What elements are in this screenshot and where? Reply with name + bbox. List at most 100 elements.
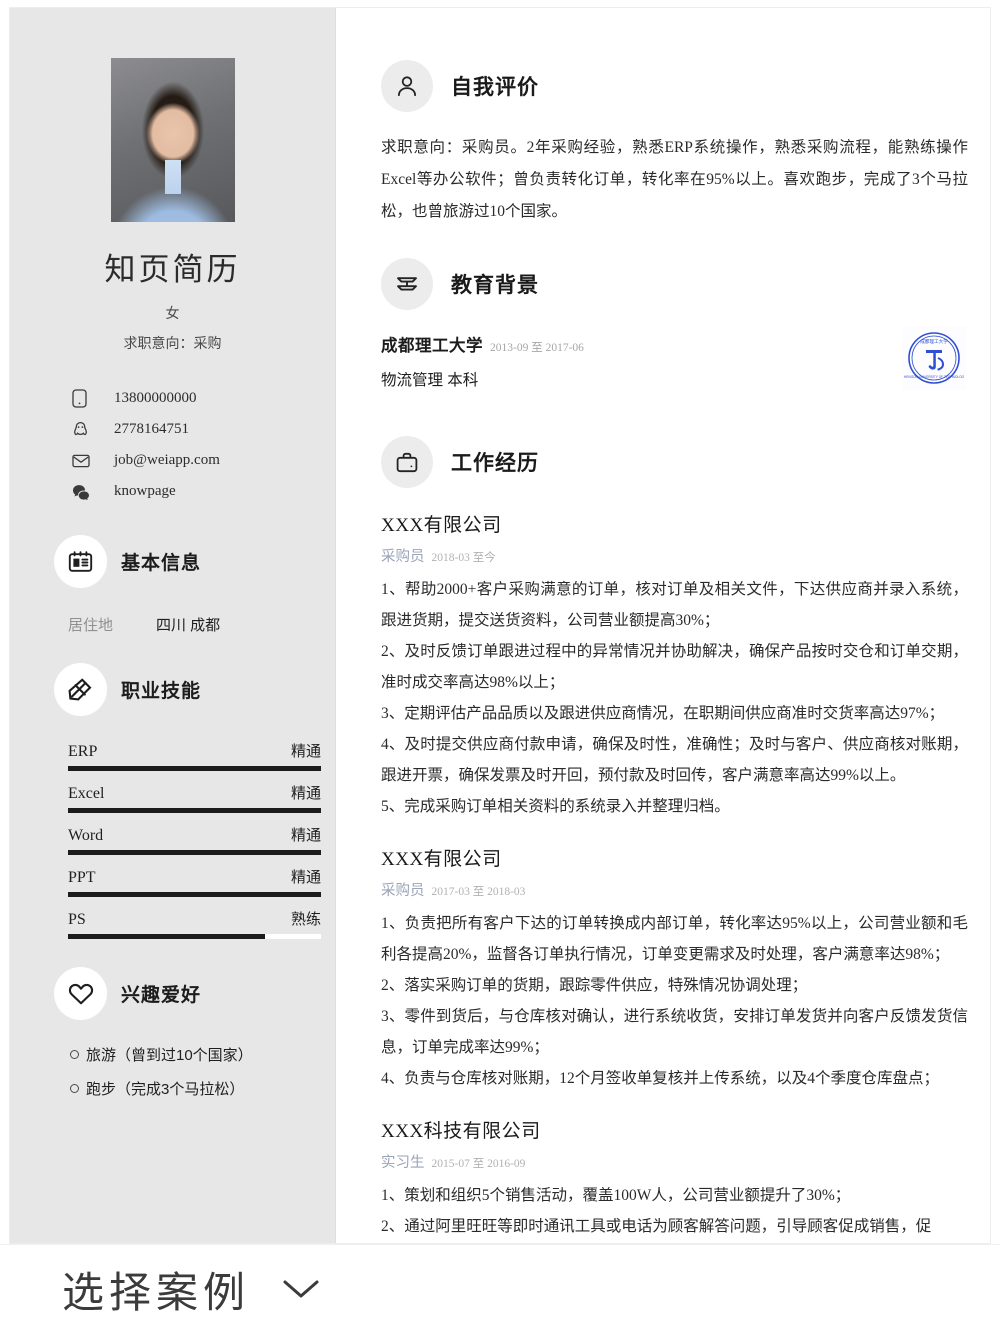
skill-level: 熟练 [290, 911, 321, 928]
work-bullet: 4、负责与仓库核对账期，12个月签收单复核并上传系统，以及4个季度仓库盘点； [381, 1070, 940, 1087]
contact-value-phone: 13800000000 [114, 390, 197, 406]
work-date-range: 2017-03 至 2018-03 [431, 886, 526, 898]
section-header-basic-info: 基本信息 [54, 535, 335, 588]
work-company-name: XXX有限公司 [381, 849, 502, 870]
resume-preview-page: 知页简历 女 求职意向：采购 13800000000 2778164751 jo… [0, 0, 1000, 1333]
contact-item-wechat: knowpage [72, 476, 335, 507]
sidebar-section-hobbies: 兴趣爱好 旅游（曾到过10个国家） 跑步（完成3个马拉松） [10, 967, 335, 1099]
hobby-list: 旅游（曾到过10个国家） 跑步（完成3个马拉松） [70, 1044, 335, 1099]
book-icon [381, 258, 433, 310]
skill-progress-fill [68, 934, 266, 939]
section-title-education: 教育背景 [451, 274, 539, 297]
education-major-degree: 物流管理 本科 [381, 372, 479, 389]
work-bullet: 1、帮助2000+客户采购满意的订单，核对订单及相关文件，下达供应商并录入系统，… [381, 581, 968, 629]
work-company-name: XXX科技有限公司 [381, 1121, 541, 1142]
heart-icon [54, 967, 107, 1020]
section-header-education: 教育背景 [381, 258, 968, 310]
skill-name: ERP [68, 743, 98, 760]
contact-list: 13800000000 2778164751 job@weiapp.com kn… [72, 383, 335, 507]
contact-item-phone: 13800000000 [72, 383, 335, 414]
work-bullet: 2、落实采购订单的货期，跟踪零件供应，特殊情况协调处理； [381, 977, 808, 994]
skill-item: PPT 精通 [68, 866, 321, 897]
photo-container [10, 8, 335, 222]
skill-item: Excel 精通 [68, 782, 321, 813]
resume-card: 知页简历 女 求职意向：采购 13800000000 2778164751 jo… [10, 8, 990, 1243]
university-seal-icon: 成都理工大学 CHENGDU UNIVERSITY OF TECHNOLOGY [902, 326, 966, 390]
basic-info-value: 四川 成都 [156, 617, 221, 634]
skill-progress-track [68, 934, 321, 939]
skill-progress-fill [68, 892, 321, 897]
section-header-self-evaluation: 自我评价 [381, 60, 968, 112]
hobby-item: 跑步（完成3个马拉松） [70, 1078, 335, 1099]
profile-photo [110, 58, 235, 222]
resume-main-column: 自我评价 求职意向：采购员。2年采购经验，熟悉ERP系统操作，熟悉采购流程，能熟… [336, 8, 990, 1243]
skill-name: PPT [68, 869, 96, 886]
wechat-icon [72, 484, 94, 500]
candidate-name: 知页简历 [104, 252, 241, 287]
skill-list: ERP 精通 Excel 精通 Word 精通 PPT 精通 PS 熟练 [68, 740, 321, 939]
skill-progress-track [68, 850, 321, 855]
select-case-bar[interactable]: 选择案例 [0, 1244, 1000, 1333]
skill-item: Word 精通 [68, 824, 321, 855]
work-bullet-list: 1、帮助2000+客户采购满意的订单，核对订单及相关文件，下达供应商并录入系统，… [381, 574, 968, 822]
work-bullet: 4、及时提交供应商付款申请，确保及时性，准确性；及时与客户、供应商核对账期，跟进… [381, 736, 968, 784]
skill-progress-track [68, 766, 321, 771]
contact-item-email: job@weiapp.com [72, 445, 335, 476]
briefcase-icon [381, 436, 433, 488]
section-title-skills: 职业技能 [121, 681, 202, 702]
skill-level: 精通 [290, 743, 321, 760]
work-entry: XXX有限公司 采购员 2018-03 至今 1、帮助2000+客户采购满意的订单… [381, 510, 968, 822]
skill-progress-track [68, 808, 321, 813]
work-role: 实习生 [381, 1155, 425, 1171]
section-header-hobbies: 兴趣爱好 [54, 967, 335, 1020]
work-bullet-list: 1、负责把所有客户下达的订单转换成内部订单，转化率达95%以上，公司营业额和毛利… [381, 908, 968, 1094]
work-bullet: 1、策划和组织5个销售活动，覆盖100W人，公司营业额提升了30%； [381, 1187, 851, 1204]
basic-info-label: 居住地 [68, 617, 114, 634]
work-meta: 实习生 2015-07 至 2016-09 [381, 1151, 968, 1172]
sidebar-section-skills: 职业技能 ERP 精通 Excel 精通 Word 精通 PPT 精通 PS 熟… [10, 663, 335, 939]
sidebar-section-basic-info: 基本信息 居住地 四川 成都 [10, 535, 335, 635]
hobby-item: 旅游（曾到过10个国家） [70, 1044, 335, 1065]
person-icon [381, 60, 433, 112]
pencil-ruler-icon [54, 663, 107, 716]
work-date-range: 2018-03 至今 [431, 552, 496, 564]
work-bullet: 1、负责把所有客户下达的订单转换成内部订单，转化率达95%以上，公司营业额和毛利… [381, 915, 968, 963]
bullet-circle-icon [70, 1050, 79, 1059]
section-header-work-experience: 工作经历 [381, 436, 968, 488]
work-role: 采购员 [381, 549, 425, 565]
skill-name: PS [68, 911, 86, 928]
section-title-hobbies: 兴趣爱好 [121, 985, 202, 1006]
section-title-self-evaluation: 自我评价 [451, 76, 539, 99]
phone-icon [72, 389, 94, 408]
work-meta: 采购员 2017-03 至 2018-03 [381, 879, 968, 900]
id-card-icon [54, 535, 107, 588]
hobby-text: 旅游（曾到过10个国家） [86, 1047, 253, 1064]
work-entry: XXX科技有限公司 实习生 2015-07 至 2016-09 1、策划和组织5个… [381, 1116, 968, 1242]
skill-level: 精通 [290, 785, 321, 802]
section-header-skills: 职业技能 [54, 663, 335, 716]
skill-item: PS 熟练 [68, 908, 321, 939]
work-bullet: 2、通过阿里旺旺等即时通讯工具或电话为顾客解答问题，引导顾客促成销售，促 [381, 1218, 932, 1235]
skill-level: 精通 [290, 827, 321, 844]
main-section-education: 教育背景 成都理工大学 2013-09 至 2017-06 物流管理 本科 成都… [381, 258, 968, 404]
main-section-work-experience: 工作经历 XXX有限公司 采购员 2018-03 至今 1、帮助2000+客户采购… [381, 436, 968, 1242]
email-icon [72, 454, 94, 468]
bullet-circle-icon [70, 1084, 79, 1093]
chevron-down-icon[interactable] [280, 1276, 322, 1302]
skill-level: 精通 [290, 869, 321, 886]
contact-value-qq: 2778164751 [114, 421, 189, 437]
skill-item: ERP 精通 [68, 740, 321, 771]
main-section-self-evaluation: 自我评价 求职意向：采购员。2年采购经验，熟悉ERP系统操作，熟悉采购流程，能熟… [381, 60, 968, 228]
section-title-basic-info: 基本信息 [121, 553, 202, 574]
education-school-line: 成都理工大学 2013-09 至 2017-06 [381, 332, 968, 356]
work-bullet: 3、零件到货后，与仓库核对确认，进行系统收货，安排订单发货并向客户反馈发货信息，… [381, 1008, 968, 1056]
work-role: 采购员 [381, 883, 425, 899]
skill-progress-fill [68, 766, 321, 771]
svg-text:成都理工大学: 成都理工大学 [920, 338, 948, 345]
skill-name: Excel [68, 785, 105, 802]
basic-info-row-residence: 居住地 四川 成都 [68, 614, 335, 635]
work-bullet: 3、定期评估产品品质以及跟进供应商情况，在职期间供应商准时交货率高达97%； [381, 705, 945, 722]
hobby-text: 跑步（完成3个马拉松） [86, 1081, 245, 1098]
education-school-name: 成都理工大学 [381, 337, 483, 355]
select-case-label: 选择案例 [62, 1268, 251, 1316]
